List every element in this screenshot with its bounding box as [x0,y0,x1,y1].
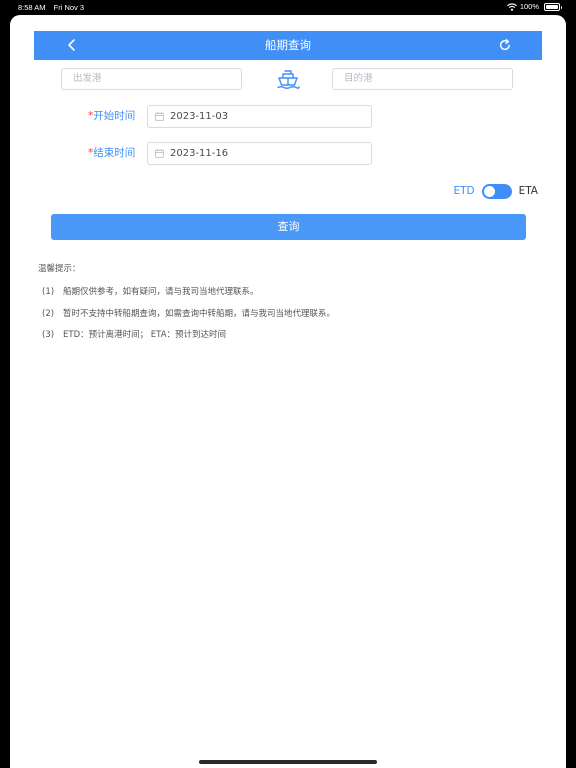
etd-label: ETD [453,185,475,197]
tips-title: 温馨提示： [38,264,81,274]
app-sheet: 船期查询 出发港 目的港 *开始时间 2023-11-03 *结束时间 2023… [10,15,566,768]
tip-text: 暂时不支持中转船期查询，如需查询中转船期，请与我司当地代理联系。 [63,309,336,319]
page-title: 船期查询 [265,38,311,52]
status-time: 8:58 AM [18,3,46,12]
tip-text: ETD：预计离港时间； ETA：预计到达时间 [63,330,227,340]
etd-eta-switch[interactable] [481,183,512,199]
start-date-label-text: 开始时间 [93,110,136,122]
end-date-label: *结束时间 [88,145,135,160]
tip-item: (3) ETD：预计离港时间； ETA：预计到达时间 [42,328,226,340]
switch-knob [483,185,495,197]
home-indicator[interactable] [199,760,377,764]
status-bar: 8:58 AM Fri Nov 3 100% [0,0,576,14]
ship-icon[interactable] [275,65,301,91]
battery-percent: 100% [519,2,539,11]
status-date: Fri Nov 3 [53,3,85,12]
departure-port-input[interactable]: 出发港 [61,68,242,90]
navigation-bar: 船期查询 [34,31,542,60]
calendar-icon [155,112,164,121]
tip-item: (2) 暂时不支持中转船期查询，如需查询中转船期，请与我司当地代理联系。 [42,307,335,319]
tip-number: (1) [42,287,55,297]
end-date-value: 2023-11-16 [170,148,229,159]
start-date-label: *开始时间 [88,108,135,123]
end-date-label-text: 结束时间 [93,147,136,159]
tip-number: (2) [42,309,55,319]
wifi-icon [506,2,517,11]
destination-port-input[interactable]: 目的港 [332,68,513,90]
end-date-field[interactable]: 2023-11-16 [147,142,372,165]
calendar-icon [155,149,164,158]
tip-text: 船期仅供参考，如有疑问，请与我司当地代理联系。 [63,287,259,297]
tip-number: (3) [42,330,55,340]
eta-label: ETA [518,185,538,197]
start-date-value: 2023-11-03 [170,111,229,122]
query-button[interactable]: 查询 [51,214,526,240]
battery-icon [544,2,562,11]
tip-item: (1) 船期仅供参考，如有疑问，请与我司当地代理联系。 [42,285,259,297]
refresh-icon[interactable] [498,38,512,52]
etd-eta-toggle-group: ETD ETA [453,183,538,199]
start-date-field[interactable]: 2023-11-03 [147,105,372,128]
